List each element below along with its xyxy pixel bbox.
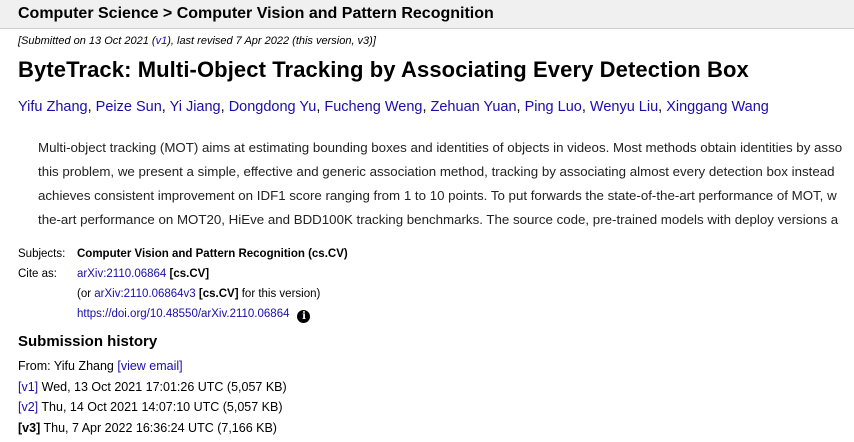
doi-row: https://doi.org/10.48550/arXiv.2110.0686… <box>18 304 348 324</box>
paper-title: ByteTrack: Multi-Object Tracking by Asso… <box>18 57 749 82</box>
subjects-row: Subjects: Computer Vision and Pattern Re… <box>18 244 348 264</box>
author-link[interactable]: Ping Luo <box>525 99 582 115</box>
abstract: Multi-object tracking (MOT) aims at esti… <box>38 136 854 232</box>
abstract-line: this problem, we present a simple, effec… <box>38 164 835 179</box>
submission-dateline: [Submitted on 13 Oct 2021 (v1), last rev… <box>18 35 376 47</box>
author-link[interactable]: Wenyu Liu <box>590 99 658 115</box>
author-link[interactable]: Yi Jiang <box>170 99 221 115</box>
author-link[interactable]: Fucheng Weng <box>324 99 422 115</box>
version-date: Thu, 7 Apr 2022 16:36:24 UTC (7,166 KB) <box>40 420 277 435</box>
version-date: Thu, 14 Oct 2021 14:07:10 UTC (5,057 KB) <box>38 400 283 414</box>
author-link[interactable]: Zehuan Yuan <box>431 99 517 115</box>
history-version: [v2] Thu, 14 Oct 2021 14:07:10 UTC (5,05… <box>18 397 287 418</box>
authors-list: Yifu Zhang, Peize Sun, Yi Jiang, Dongdon… <box>18 99 769 115</box>
cite-label: Cite as: <box>18 268 57 280</box>
version-tag: [cs.CV] <box>198 288 239 300</box>
from-prefix: From: Yifu Zhang <box>18 359 118 373</box>
or-prefix: (or <box>77 288 95 300</box>
submission-history-title: Submission history <box>18 333 158 350</box>
cite-tag: [cs.CV] <box>169 268 210 280</box>
cite-link[interactable]: arXiv:2110.06864 <box>77 268 166 280</box>
version-row: (or arXiv:2110.06864v3 [cs.CV] for this … <box>18 284 348 304</box>
dateline-prefix: [Submitted on 13 Oct 2021 ( <box>18 35 156 47</box>
v1-link[interactable]: v1 <box>156 35 168 47</box>
doi-link[interactable]: https://doi.org/10.48550/arXiv.2110.0686… <box>77 308 289 320</box>
breadcrumb[interactable]: Computer Science > Computer Vision and P… <box>18 5 494 23</box>
abstract-line: the-art performance on MOT20, HiEve and … <box>38 212 839 227</box>
version-link[interactable]: arXiv:2110.06864v3 <box>94 288 195 300</box>
view-email-link[interactable]: [view email] <box>117 359 182 373</box>
dateline-suffix: ), last revised 7 Apr 2022 (this version… <box>167 35 376 47</box>
submission-history: From: Yifu Zhang [view email] [v1] Wed, … <box>18 356 287 438</box>
abstract-line: Multi-object tracking (MOT) aims at esti… <box>38 140 843 155</box>
abstract-line: achieves consistent improvement on IDF1 … <box>38 188 837 203</box>
header-bar: Computer Science > Computer Vision and P… <box>0 0 854 29</box>
subjects-value: Computer Vision and Pattern Recognition … <box>77 248 348 260</box>
info-icon[interactable]: i <box>297 310 311 323</box>
version-v3-label: [v3] <box>18 420 41 435</box>
history-from: From: Yifu Zhang [view email] <box>18 356 287 377</box>
version-v2-link[interactable]: [v2] <box>18 400 38 414</box>
cite-row: Cite as: arXiv:2110.06864 [cs.CV] <box>18 264 348 284</box>
version-date: Wed, 13 Oct 2021 17:01:26 UTC (5,057 KB) <box>38 379 287 394</box>
metadata-table: Subjects: Computer Vision and Pattern Re… <box>18 244 348 324</box>
author-link[interactable]: Peize Sun <box>96 99 162 115</box>
author-link[interactable]: Xinggang Wang <box>666 99 769 115</box>
author-link[interactable]: Yifu Zhang <box>18 99 88 115</box>
author-link[interactable]: Dongdong Yu <box>229 99 317 115</box>
history-version: [v3] Thu, 7 Apr 2022 16:36:24 UTC (7,166… <box>18 418 287 439</box>
version-suffix: for this version) <box>238 288 321 300</box>
arxiv-abstract-page: Computer Science > Computer Vision and P… <box>0 0 854 442</box>
subjects-label: Subjects: <box>18 248 66 260</box>
version-v1-link[interactable]: [v1] <box>18 380 38 394</box>
history-version: [v1] Wed, 13 Oct 2021 17:01:26 UTC (5,05… <box>18 377 287 398</box>
